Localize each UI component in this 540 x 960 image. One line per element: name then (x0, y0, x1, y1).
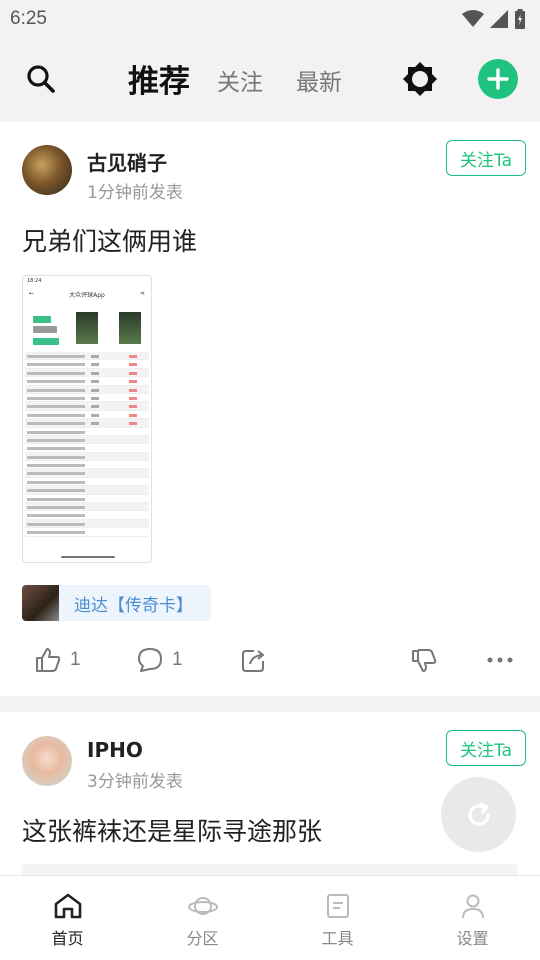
nav-settings[interactable]: 设置 (405, 876, 540, 960)
signal-icon (490, 10, 508, 28)
post-text: 兄弟们这俩用谁 (22, 227, 198, 256)
post-time: 1分钟前发表 (87, 183, 183, 203)
image-app-title: 大众评球App (69, 292, 105, 299)
post-card[interactable]: 古见硝子 1分钟前发表 关注Ta 兄弟们这俩用谁 18:24 ← 大众评球App… (0, 122, 540, 696)
home-icon (54, 893, 81, 919)
tools-icon (326, 894, 349, 918)
tag-chip[interactable]: 迪达【传奇卡】 (22, 585, 211, 621)
like-button[interactable]: 1 (34, 640, 81, 680)
search-icon[interactable] (24, 62, 58, 96)
thumbs-down-icon (412, 649, 437, 672)
nav-categories-label: 分区 (186, 929, 219, 948)
person-icon (461, 894, 484, 919)
add-post-button[interactable] (478, 59, 518, 99)
post-image[interactable]: 18:24 ← 大众评球App ⋖ (22, 275, 152, 563)
more-options-button[interactable] (486, 640, 514, 680)
image-card-cover (76, 312, 98, 344)
image-green-pill (33, 316, 51, 323)
wifi-icon (462, 10, 484, 27)
post-username[interactable]: IPHO (87, 738, 143, 762)
share-button[interactable] (240, 640, 268, 680)
tab-latest[interactable]: 最新 (296, 63, 342, 97)
post-username[interactable]: 古见硝子 (87, 147, 167, 176)
post-action-bar: 1 1 (0, 640, 540, 680)
refresh-icon (467, 801, 490, 826)
image-app-header: ← 大众评球App ⋖ (23, 286, 151, 302)
image-card-cover (119, 312, 141, 344)
avatar[interactable] (22, 736, 72, 786)
tag-label: 迪达【传奇卡】 (74, 595, 193, 616)
back-arrow-icon: ← (29, 290, 35, 297)
nav-tools[interactable]: 工具 (270, 876, 405, 960)
nav-home-label: 首页 (51, 929, 84, 948)
tag-thumbnail (22, 585, 59, 621)
plus-icon (487, 68, 509, 90)
avatar[interactable] (22, 145, 72, 195)
post-text: 这张裤袜还是星际寻途那张 (22, 817, 323, 846)
image-home-bar (61, 556, 115, 558)
nav-categories[interactable]: 分区 (135, 876, 270, 960)
battery-icon (515, 9, 525, 29)
share-icon (242, 650, 264, 672)
planet-icon (187, 897, 218, 915)
comment-button[interactable]: 1 (136, 640, 183, 680)
nav-tools-label: 工具 (321, 929, 354, 948)
top-nav: 推荐 关注 最新 (0, 38, 540, 120)
image-status-time: 18:24 (27, 278, 42, 284)
post-time: 3分钟前发表 (87, 772, 183, 792)
comment-icon (138, 648, 162, 672)
nav-settings-label: 设置 (456, 929, 489, 948)
tab-recommend[interactable]: 推荐 (128, 56, 190, 101)
brightness-icon[interactable] (402, 61, 438, 97)
image-green-pill (33, 338, 59, 345)
refresh-button[interactable] (441, 777, 516, 852)
status-time: 6:25 (10, 8, 47, 29)
nav-home[interactable]: 首页 (0, 876, 135, 960)
like-count: 1 (70, 649, 81, 670)
dislike-button[interactable] (410, 640, 438, 680)
share-icon: ⋖ (139, 290, 145, 297)
more-icon (487, 657, 513, 663)
follow-button[interactable]: 关注Ta (446, 730, 526, 766)
thumbs-up-icon (36, 648, 61, 672)
bottom-nav: 首页 分区 工具 设置 (0, 875, 540, 960)
tab-follow[interactable]: 关注 (217, 63, 263, 97)
image-grey-pill (33, 326, 57, 333)
image-table (25, 352, 149, 537)
status-bar: 6:25 (0, 0, 540, 38)
status-icons (462, 9, 526, 29)
follow-button[interactable]: 关注Ta (446, 140, 526, 176)
comment-count: 1 (172, 649, 183, 670)
